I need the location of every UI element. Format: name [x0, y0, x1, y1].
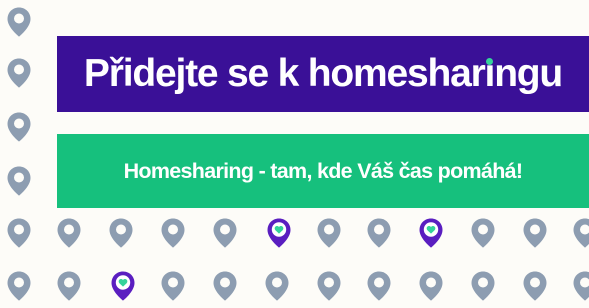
map-pin-icon [366, 270, 392, 302]
tagline: Homesharing - tam, kde Váš čas pomáhá! [123, 158, 523, 183]
map-pin-icon [6, 57, 32, 89]
map-pin-icon [572, 217, 589, 249]
map-pin-icon [470, 270, 496, 302]
map-pin-icon [572, 270, 589, 302]
map-pin-icon [522, 217, 548, 249]
map-pin-icon [6, 270, 32, 302]
map-pin-icon [212, 217, 238, 249]
headline-dotted-letter: ı [484, 52, 496, 95]
map-pin-icon [56, 270, 82, 302]
map-pin-icon [6, 6, 32, 38]
map-pin-icon [418, 270, 444, 302]
map-pin-heart-icon [266, 217, 292, 249]
map-pin-icon [522, 270, 548, 302]
map-pin-heart-icon [418, 217, 444, 249]
map-pin-icon [316, 217, 342, 249]
map-pin-icon [366, 217, 392, 249]
map-pin-icon [470, 217, 496, 249]
tagline-banner: Homesharing - tam, kde Váš čas pomáhá! [57, 134, 589, 208]
map-pin-icon [264, 270, 290, 302]
map-pin-icon [6, 111, 32, 143]
headline-banner: Přidejte se k homesharı ngu [57, 36, 589, 112]
headline-text-end: ngu [494, 52, 563, 95]
map-pin-icon [56, 217, 82, 249]
map-pin-icon [160, 217, 186, 249]
headline: Přidejte se k homesharı ngu [83, 52, 563, 96]
map-pin-icon [6, 165, 32, 197]
headline-text-start: Přidejte se k homeshar [83, 52, 486, 95]
map-pin-icon [212, 270, 238, 302]
map-pin-icon [108, 217, 134, 249]
map-pin-icon [316, 270, 342, 302]
map-pin-icon [160, 270, 186, 302]
map-pin-icon [6, 217, 32, 249]
map-pin-heart-icon [110, 270, 136, 302]
